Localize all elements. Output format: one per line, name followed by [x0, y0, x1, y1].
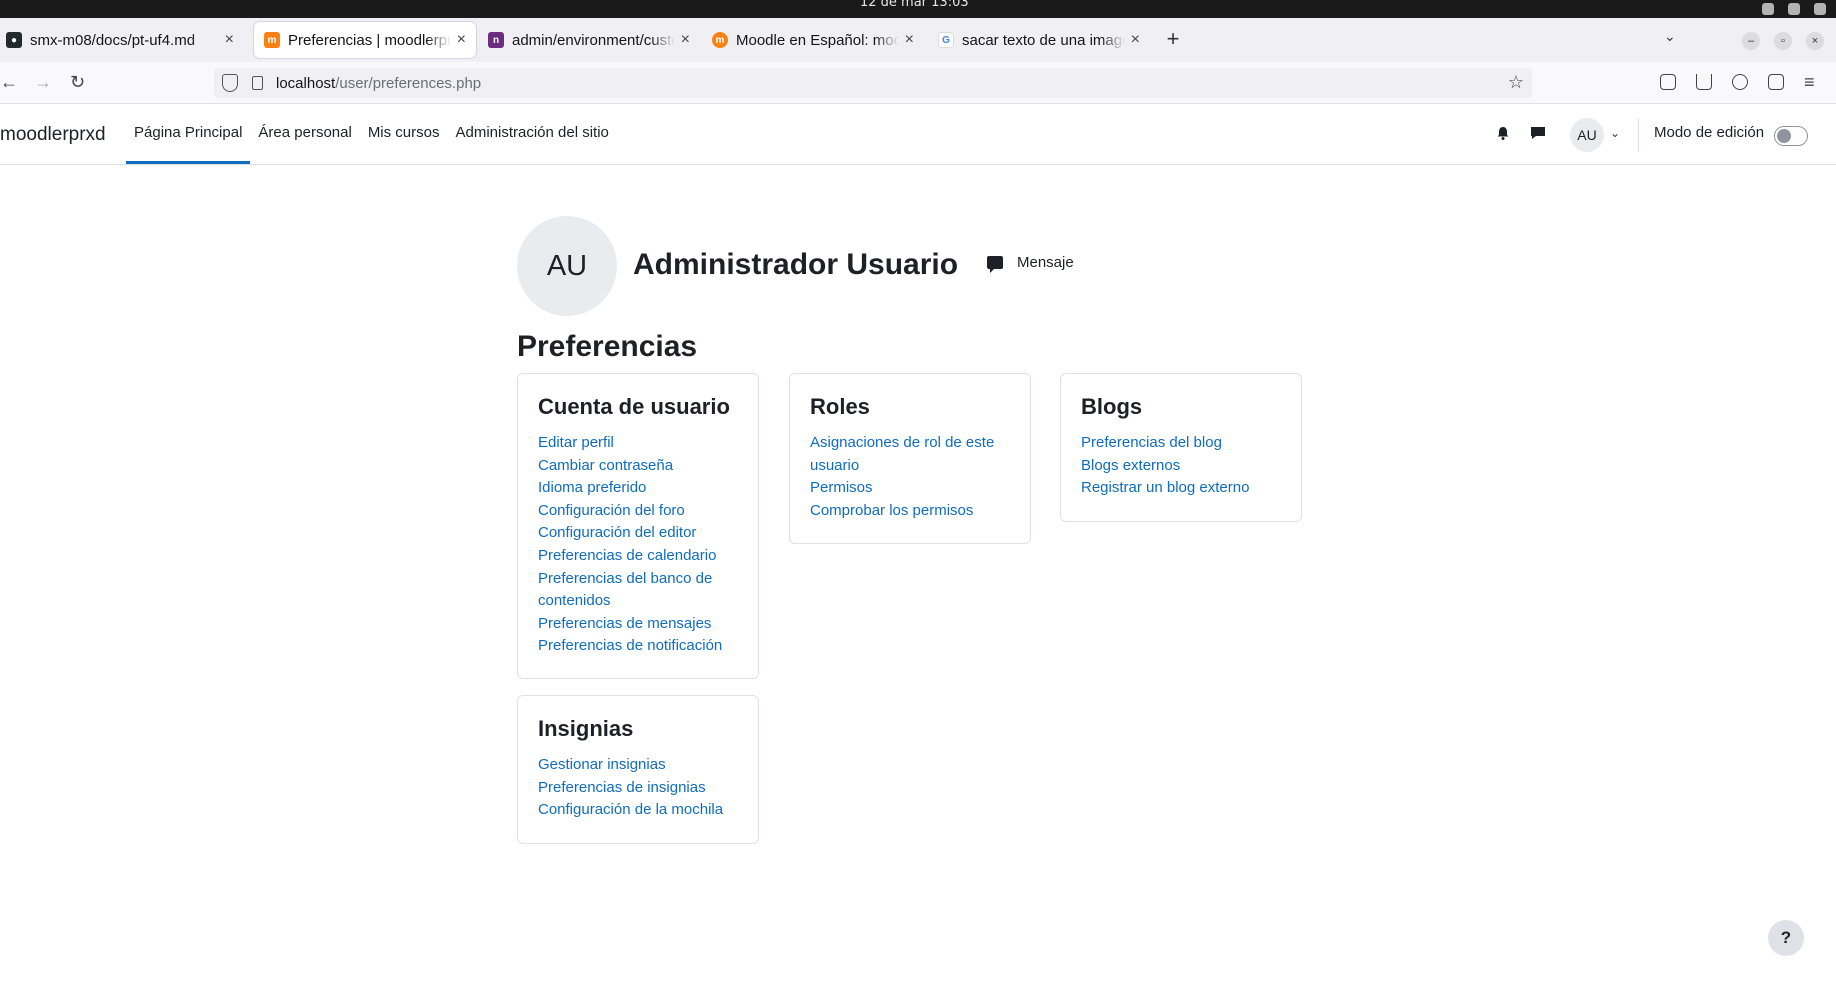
link-check-permissions[interactable]: Comprobar los permisos: [810, 500, 1010, 523]
card-roles: Roles Asignaciones de rol de este usuari…: [789, 373, 1031, 544]
close-icon[interactable]: ×: [1131, 31, 1140, 49]
forward-button[interactable]: →: [34, 72, 52, 93]
browser-tab[interactable]: ● smx-m08/docs/pt-uf4.md ×: [0, 22, 244, 58]
google-icon: G: [938, 32, 954, 48]
close-icon[interactable]: ×: [225, 31, 234, 49]
new-tab-button[interactable]: +: [1160, 26, 1186, 52]
link-message-preferences[interactable]: Preferencias de mensajes: [538, 613, 738, 636]
user-menu-avatar[interactable]: AU: [1570, 118, 1604, 152]
card-blogs: Blogs Preferencias del blog Blogs extern…: [1060, 373, 1302, 522]
close-icon[interactable]: ×: [681, 31, 690, 49]
link-permissions[interactable]: Permisos: [810, 477, 1010, 500]
menu-icon[interactable]: ≡: [1804, 72, 1815, 93]
network-icon[interactable]: [1762, 3, 1774, 15]
volume-icon[interactable]: [1788, 3, 1800, 15]
git-host-icon: n: [488, 32, 504, 48]
card-title: Insignias: [538, 716, 634, 741]
os-clock[interactable]: 12 de mar 13:03: [860, 0, 969, 10]
github-icon: ●: [6, 32, 22, 48]
link-badge-preferences[interactable]: Preferencias de insignias: [538, 777, 738, 800]
browser-tab-strip: ● smx-m08/docs/pt-uf4.md × m Preferencia…: [0, 18, 1836, 62]
site-brand[interactable]: moodlerprxd: [0, 124, 106, 146]
link-external-blogs[interactable]: Blogs externos: [1081, 455, 1281, 478]
url-host: localhost: [276, 75, 336, 92]
chevron-down-icon[interactable]: ⌄: [1610, 126, 1620, 140]
downloads-icon[interactable]: [1696, 74, 1712, 90]
tab-title: Moodle en Español: moodle: [736, 31, 899, 49]
minimize-button[interactable]: –: [1742, 32, 1760, 50]
message-icon: [987, 256, 1003, 273]
link-blog-preferences[interactable]: Preferencias del blog: [1081, 432, 1281, 455]
nav-home[interactable]: Página Principal: [126, 104, 251, 164]
list-all-tabs-button[interactable]: ⌄: [1664, 28, 1676, 45]
browser-tab-active[interactable]: m Preferencias | moodlerprxd ×: [254, 22, 476, 58]
header-divider: [1638, 118, 1639, 152]
messages-icon[interactable]: [1530, 126, 1546, 140]
card-user-account: Cuenta de usuario Editar perfil Cambiar …: [517, 373, 759, 679]
os-top-bar: 12 de mar 13:03: [0, 0, 1836, 18]
shield-icon[interactable]: [222, 74, 238, 92]
close-icon[interactable]: ×: [905, 31, 914, 49]
link-notification-preferences[interactable]: Preferencias de notificación: [538, 635, 738, 658]
browser-tab[interactable]: G sacar texto de una imagen ×: [928, 22, 1150, 58]
back-button[interactable]: ←: [0, 72, 18, 93]
reload-button[interactable]: ↻: [70, 72, 85, 93]
browser-tab[interactable]: n admin/environment/custom ×: [478, 22, 700, 58]
account-icon[interactable]: [1732, 74, 1748, 90]
edit-mode-label: Modo de edición: [1654, 124, 1765, 141]
tab-title: Preferencias | moodlerprxd: [288, 31, 451, 49]
page-info-icon[interactable]: [252, 76, 263, 90]
bookmark-star-icon[interactable]: ☆: [1508, 72, 1524, 93]
moodle-icon: m: [264, 32, 280, 48]
url-text[interactable]: localhost/user/preferences.php: [276, 75, 481, 92]
close-icon[interactable]: ×: [457, 31, 466, 49]
primary-navigation: Página Principal Área personal Mis curso…: [126, 104, 617, 164]
profile-name: Administrador Usuario: [633, 248, 959, 281]
help-button[interactable]: ?: [1768, 920, 1804, 956]
card-title: Blogs: [1081, 394, 1143, 419]
link-content-bank-preferences[interactable]: Preferencias del banco de contenidos: [538, 568, 738, 613]
card-badges: Insignias Gestionar insignias Preferenci…: [517, 695, 759, 844]
link-preferred-language[interactable]: Idioma preferido: [538, 477, 738, 500]
link-calendar-preferences[interactable]: Preferencias de calendario: [538, 545, 738, 568]
link-edit-profile[interactable]: Editar perfil: [538, 432, 738, 455]
moodle-circle-icon: m: [712, 32, 728, 48]
nav-dashboard[interactable]: Área personal: [250, 104, 359, 164]
link-backpack-settings[interactable]: Configuración de la mochila: [538, 799, 738, 822]
system-tray[interactable]: [1762, 0, 1826, 18]
message-button[interactable]: Mensaje: [987, 254, 1074, 273]
maximize-button[interactable]: ▫: [1774, 32, 1792, 50]
tab-title: admin/environment/custom: [512, 31, 675, 49]
card-title: Roles: [810, 394, 870, 419]
link-role-assignments[interactable]: Asignaciones de rol de este usuario: [810, 432, 1010, 477]
window-close-button[interactable]: ×: [1806, 32, 1824, 50]
nav-my-courses[interactable]: Mis cursos: [360, 104, 448, 164]
link-editor-settings[interactable]: Configuración del editor: [538, 522, 738, 545]
pocket-icon[interactable]: [1660, 74, 1676, 90]
browser-nav-bar: ← → ↻ localhost/user/preferences.php ☆ ≡: [0, 62, 1836, 104]
tab-title: sacar texto de una imagen: [962, 31, 1125, 49]
nav-site-admin[interactable]: Administración del sitio: [448, 104, 617, 164]
extensions-icon[interactable]: [1768, 74, 1784, 90]
edit-mode-toggle[interactable]: [1774, 126, 1808, 146]
toggle-knob: [1777, 129, 1791, 143]
power-icon[interactable]: [1814, 3, 1826, 15]
notifications-bell-icon[interactable]: [1496, 126, 1510, 140]
link-manage-badges[interactable]: Gestionar insignias: [538, 754, 738, 777]
address-bar[interactable]: localhost/user/preferences.php ☆: [214, 68, 1532, 98]
site-header: moodlerprxd Página Principal Área person…: [0, 104, 1836, 165]
profile-avatar: AU: [517, 216, 617, 316]
tab-title: smx-m08/docs/pt-uf4.md: [30, 31, 196, 49]
page-title: Preferencias: [517, 330, 698, 363]
link-change-password[interactable]: Cambiar contraseña: [538, 455, 738, 478]
browser-tab[interactable]: m Moodle en Español: moodle ×: [702, 22, 924, 58]
url-path: /user/preferences.php: [335, 75, 482, 92]
message-label: Mensaje: [1017, 254, 1074, 271]
link-register-external-blog[interactable]: Registrar un blog externo: [1081, 477, 1281, 500]
card-title: Cuenta de usuario: [538, 394, 730, 419]
link-forum-settings[interactable]: Configuración del foro: [538, 500, 738, 523]
